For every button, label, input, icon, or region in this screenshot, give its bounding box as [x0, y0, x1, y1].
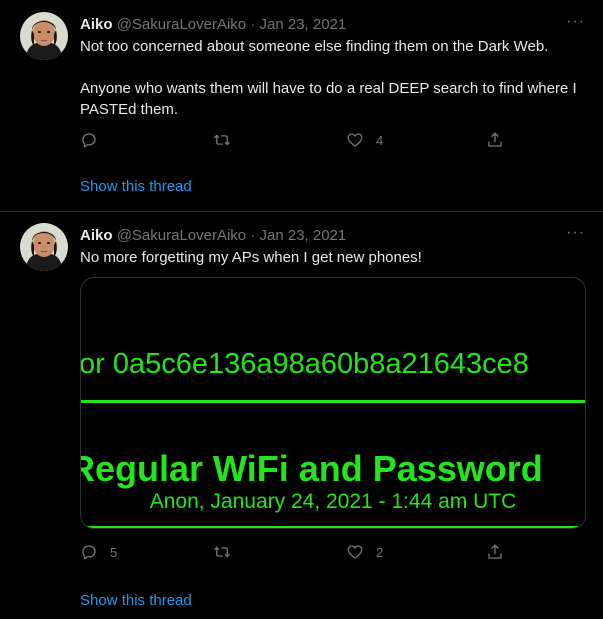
reply-button[interactable] [80, 131, 110, 149]
media-byline: Anon, January 24, 2021 - 1:44 am UTC [149, 490, 517, 513]
tweet[interactable]: Aiko @SakuraLoverAiko · Jan 23, 2021 ···… [0, 211, 603, 619]
separator: · [250, 16, 256, 33]
tweet-text: No more forgetting my APs when I get new… [80, 247, 585, 268]
tweet-paragraph: Not too concerned about someone else fin… [80, 38, 549, 55]
share-icon [488, 544, 502, 559]
media-title: Regular WiFi and Password [80, 448, 543, 489]
media-bottom-divider [81, 526, 585, 528]
tweet-media-image[interactable]: or 0a5c6e136a98a60b8a21643ce8 Regular Wi… [80, 277, 586, 529]
like-count: 4 [376, 132, 384, 148]
tweet-date[interactable]: Jan 23, 2021 [260, 227, 347, 244]
heart-icon [347, 133, 363, 147]
share-button[interactable] [486, 543, 504, 561]
tweet-paragraph: Anyone who wants them will have to do a … [80, 80, 577, 118]
more-icon[interactable]: ··· [566, 14, 585, 30]
tweet-date[interactable]: Jan 23, 2021 [260, 16, 347, 33]
media-divider [81, 400, 585, 403]
timeline-feed: Aiko @SakuraLoverAiko · Jan 23, 2021 ···… [0, 0, 603, 619]
tweet-paragraph: No more forgetting my APs when I get new… [80, 249, 422, 266]
author-name[interactable]: Aiko [80, 16, 113, 33]
show-thread-link[interactable]: Show this thread [80, 591, 192, 611]
tweet-header: Aiko @SakuraLoverAiko · Jan 23, 2021 [80, 15, 346, 35]
reply-icon [82, 133, 96, 148]
like-button[interactable]: 2 [346, 543, 383, 561]
reply-button[interactable]: 5 [80, 543, 117, 561]
tweet-actions: 5 2 [80, 543, 510, 563]
media-hash-text: or 0a5c6e136a98a60b8a21643ce8 [80, 348, 529, 380]
like-button[interactable]: 4 [346, 131, 383, 149]
reply-icon [82, 545, 96, 560]
tweet[interactable]: Aiko @SakuraLoverAiko · Jan 23, 2021 ···… [0, 0, 603, 212]
tweet-header: Aiko @SakuraLoverAiko · Jan 23, 2021 [80, 226, 346, 246]
author-handle[interactable]: @SakuraLoverAiko [117, 16, 246, 33]
retweet-button[interactable] [213, 131, 243, 149]
avatar[interactable] [20, 12, 68, 60]
tweet-text: Not too concerned about someone else fin… [80, 36, 585, 120]
heart-icon [347, 545, 363, 559]
retweet-button[interactable] [213, 543, 243, 561]
more-icon[interactable]: ··· [566, 225, 585, 241]
separator: · [250, 227, 256, 244]
author-handle[interactable]: @SakuraLoverAiko [117, 227, 246, 244]
like-count: 2 [376, 544, 384, 560]
share-icon [488, 132, 502, 147]
retweet-icon [214, 546, 230, 558]
author-name[interactable]: Aiko [80, 227, 113, 244]
retweet-icon [214, 134, 230, 146]
avatar[interactable] [20, 223, 68, 271]
reply-count: 5 [110, 544, 118, 560]
avatar-portrait-icon [20, 12, 68, 60]
show-thread-link[interactable]: Show this thread [80, 177, 192, 197]
share-button[interactable] [486, 131, 504, 149]
tweet-actions: 4 [80, 131, 510, 151]
avatar-portrait-icon [20, 223, 68, 271]
